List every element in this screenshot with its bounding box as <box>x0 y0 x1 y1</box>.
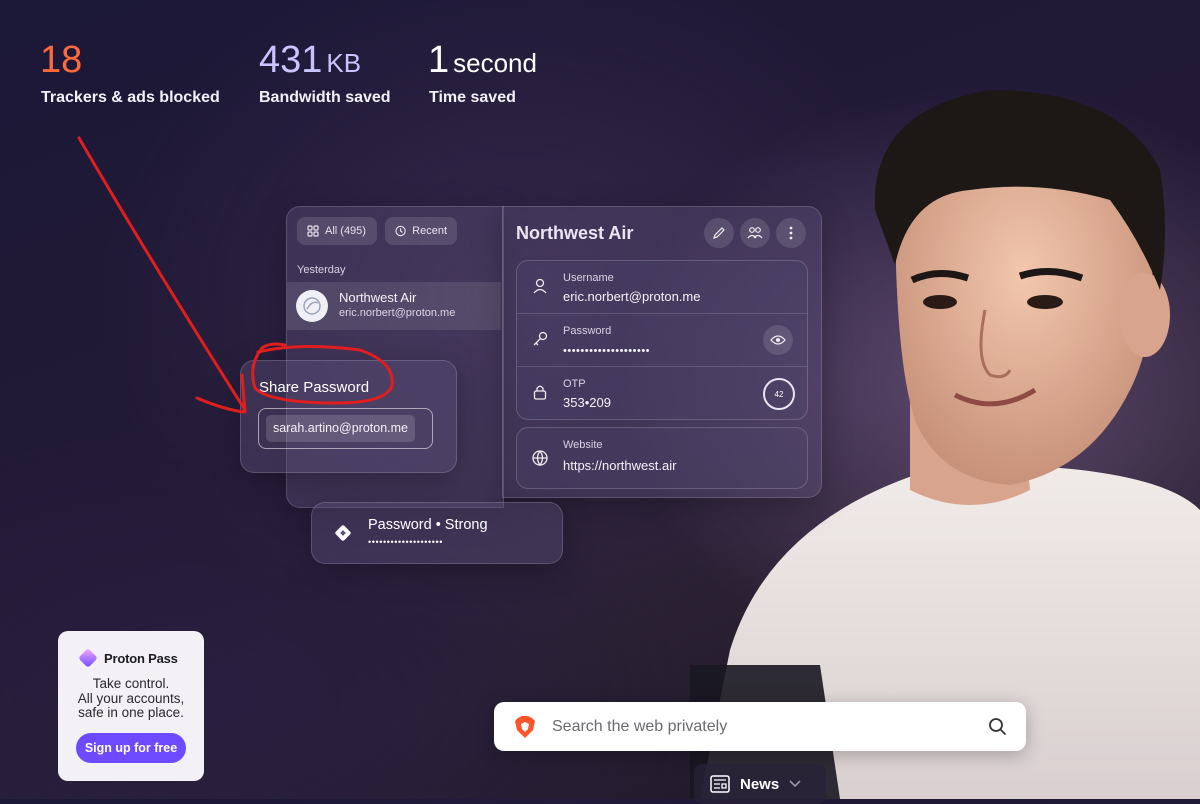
ad-tagline: Take control. All your accounts, safe in… <box>58 676 204 721</box>
chevron-down-icon <box>789 780 801 788</box>
proton-pass-logo-icon <box>79 649 97 667</box>
news-button[interactable]: News <box>694 764 826 804</box>
proton-pass-ad[interactable]: Proton Pass Take control. All your accou… <box>58 631 204 781</box>
red-arrow-head <box>195 373 247 414</box>
proton-pass-brand: Proton Pass <box>104 650 178 666</box>
brave-lion-icon <box>515 716 535 738</box>
sign-up-button[interactable]: Sign up for free <box>76 733 186 763</box>
search-input[interactable] <box>550 714 974 740</box>
red-circle-highlight <box>251 342 394 405</box>
proton-pass-logo: Proton Pass <box>78 648 178 668</box>
newspaper-icon <box>710 775 730 793</box>
ad-tagline-line-1: Take control. <box>92 676 170 691</box>
red-arrow-line <box>77 136 247 412</box>
search-bar[interactable] <box>494 702 1026 751</box>
ad-tagline-line-2: All your accounts, <box>77 690 185 706</box>
search-icon[interactable] <box>988 717 1007 736</box>
ad-tagline-line-3: safe in one place. <box>78 705 184 720</box>
news-label: News <box>740 775 780 793</box>
